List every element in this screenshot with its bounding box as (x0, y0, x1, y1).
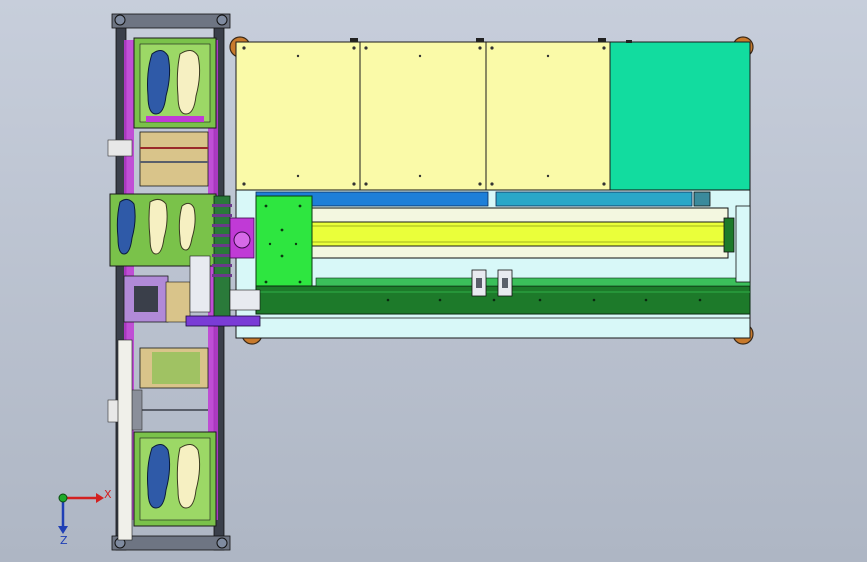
linkage-arm (185, 315, 261, 327)
frame-pivot-icon (216, 537, 228, 549)
mold-module-middle[interactable] (109, 193, 217, 267)
conveyor-table-assembly (229, 36, 754, 345)
axis-x-arrow-icon (96, 493, 104, 503)
cover-panel-1[interactable] (235, 41, 361, 191)
cover-panel-3[interactable] (485, 41, 611, 191)
right-end-bracket (735, 205, 751, 283)
linkage-bracket (229, 289, 261, 311)
cover-panel-2[interactable] (359, 41, 487, 191)
axis-z-arrow-icon (58, 526, 68, 534)
axis-end-cap (723, 217, 735, 253)
mold-module-top[interactable] (133, 37, 217, 129)
axis-z-label: Z (60, 534, 68, 547)
carriage-plate[interactable] (255, 195, 313, 293)
frame-pivot-icon (114, 14, 126, 26)
lower-frame-plate (117, 339, 133, 541)
mold-module-bottom[interactable] (133, 431, 217, 527)
cad-viewport[interactable]: X Z (0, 0, 867, 562)
axis-y-origin-icon (58, 493, 68, 503)
axis-x-label: X (104, 488, 112, 501)
station-top-bar (111, 13, 231, 29)
rail-end-block (693, 191, 711, 207)
linear-rail-cyan (495, 191, 693, 207)
cover-panel-teal[interactable] (609, 41, 751, 191)
base-strip (315, 277, 751, 287)
axis-triad: X Z (58, 488, 112, 547)
frame-pivot-icon (216, 14, 228, 26)
coupling-hub-icon (233, 231, 251, 249)
